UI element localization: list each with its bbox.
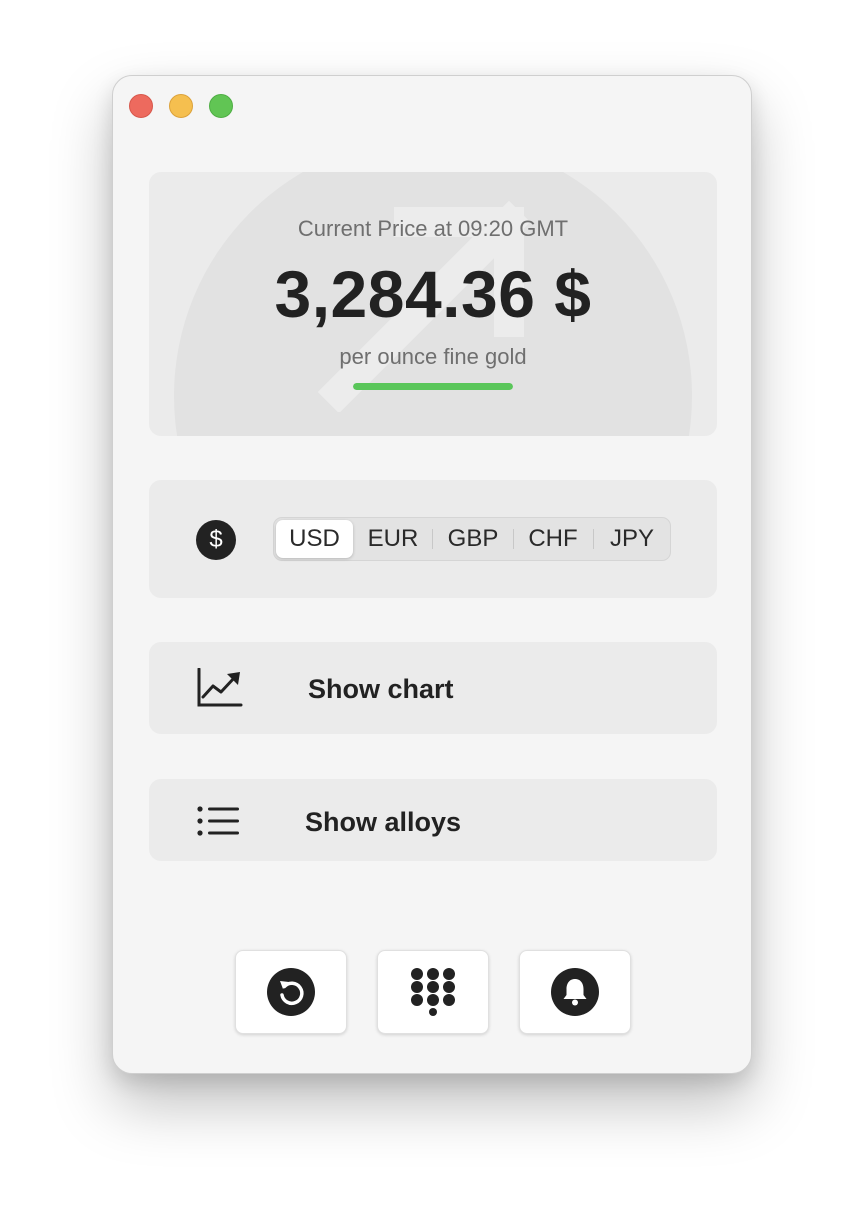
list-icon [197, 806, 239, 836]
currency-option-eur[interactable]: EUR [356, 520, 430, 558]
keypad-button[interactable] [377, 950, 489, 1034]
currency-option-chf[interactable]: CHF [514, 520, 592, 558]
currency-segmented-control: USD EUR GBP CHF JPY [273, 517, 671, 561]
close-window-button[interactable] [129, 94, 153, 118]
price-caption: Current Price at 09:20 GMT [297, 216, 569, 241]
refresh-icon [267, 968, 315, 1016]
alerts-button[interactable] [519, 950, 631, 1034]
currency-option-usd[interactable]: USD [276, 520, 353, 558]
bell-icon [551, 968, 599, 1016]
price-card: Current Price at 09:20 GMT 3,284.36 $ pe… [149, 172, 717, 436]
currency-option-gbp[interactable]: GBP [434, 520, 512, 558]
segment-divider [432, 529, 433, 549]
show-chart-button[interactable]: Show chart [149, 642, 717, 734]
dollar-icon: $ [196, 520, 236, 560]
chart-trend-icon [197, 668, 243, 707]
show-chart-label: Show chart [308, 674, 454, 704]
refresh-button[interactable] [235, 950, 347, 1034]
maximize-window-button[interactable] [209, 94, 233, 118]
price-progress-fill [353, 383, 513, 390]
currency-option-jpy[interactable]: JPY [594, 520, 670, 558]
show-alloys-button[interactable]: Show alloys [149, 779, 717, 861]
price-value: 3,284.36 $ [274, 257, 592, 331]
price-unit: per ounce fine gold [339, 344, 527, 369]
show-alloys-label: Show alloys [305, 807, 462, 837]
minimize-window-button[interactable] [169, 94, 193, 118]
currency-card: $ USD EUR GBP CHF JPY [149, 480, 717, 598]
app-window: Current Price at 09:20 GMT 3,284.36 $ pe… [112, 75, 752, 1074]
keypad-icon [411, 968, 455, 1016]
price-progress-bar [353, 383, 513, 390]
